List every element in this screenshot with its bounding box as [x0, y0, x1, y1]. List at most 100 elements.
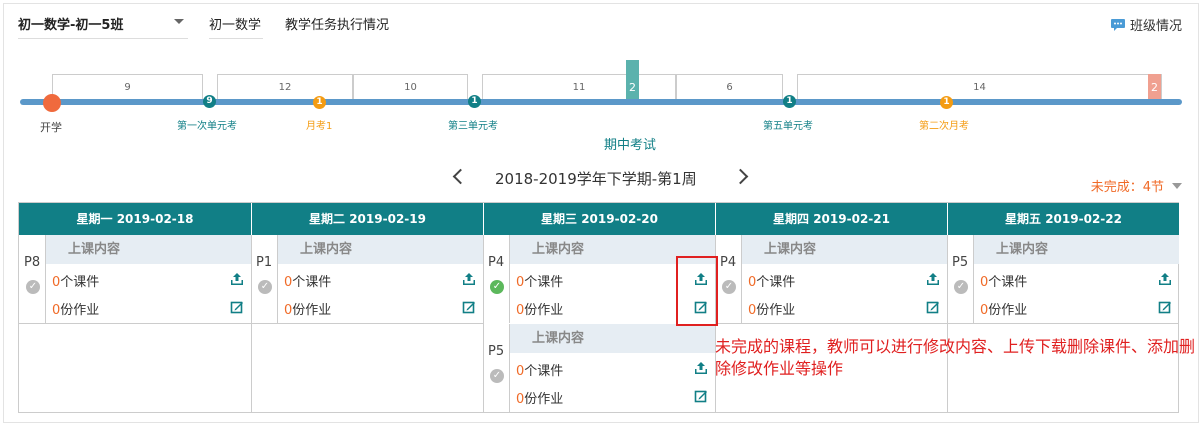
homework-row: 0份作业 [516, 388, 711, 407]
lesson-card[interactable]: P5 ✓ 上课内容 0个课件 0份作业 [484, 324, 715, 412]
edit-icon[interactable] [230, 300, 244, 314]
period-label: P5 [952, 255, 969, 270]
homework-label: 份作业 [988, 303, 1028, 318]
courseware-label: 个课件 [524, 275, 564, 290]
courseware-label: 个课件 [60, 275, 100, 290]
week-navigator: 2018-2019学年下学期-第1周 [450, 168, 760, 192]
courseware-label: 个课件 [756, 275, 796, 290]
homework-label: 份作业 [60, 303, 100, 318]
semester-start-dot [43, 94, 61, 112]
upload-icon[interactable] [694, 361, 708, 375]
page-title: 教学任务执行情况 [285, 18, 390, 33]
day-header: 星期二 2019-02-19 [251, 203, 483, 235]
schedule-grid: 星期一 2019-02-18 星期二 2019-02-19 星期三 2019-0… [18, 202, 1179, 413]
edit-icon[interactable] [1158, 300, 1172, 314]
homework-label: 份作业 [524, 392, 564, 407]
row-divider [715, 323, 1179, 324]
courseware-row: 0个课件 [748, 271, 943, 290]
homework-row: 0份作业 [980, 299, 1175, 318]
homework-label: 份作业 [756, 303, 796, 318]
class-info-link[interactable]: 班级情况 [1110, 15, 1182, 34]
unfinished-filter[interactable]: 未完成：4节 [1091, 176, 1182, 195]
status-check-icon: ✓ [722, 280, 736, 294]
day-header: 星期五 2019-02-22 [947, 203, 1179, 235]
period-label: P8 [24, 255, 41, 270]
homework-row: 0份作业 [284, 299, 479, 318]
edit-icon[interactable] [694, 389, 708, 403]
exam-marker[interactable]: 1 [313, 96, 326, 109]
final-bar: 2 [1148, 74, 1161, 102]
exam-label: 月考1 [306, 121, 333, 132]
exam-label: 第二次月考 [919, 121, 969, 132]
exam-marker[interactable]: 1 [783, 95, 796, 108]
start-label: 开学 [40, 121, 62, 134]
courseware-row: 0个课件 [980, 271, 1175, 290]
homework-row: 0份作业 [748, 299, 943, 318]
prev-week-button[interactable] [452, 168, 469, 185]
day-header: 星期四 2019-02-21 [715, 203, 947, 235]
timeline-track [20, 99, 1182, 105]
homework-label: 份作业 [524, 303, 564, 318]
exam-marker[interactable]: 1 [468, 95, 481, 108]
highlight-box [676, 256, 718, 326]
courseware-row: 0个课件 [516, 360, 711, 379]
chat-icon [1110, 18, 1125, 31]
edit-icon[interactable] [926, 300, 940, 314]
lesson-content-header[interactable]: 上课内容 [742, 235, 947, 264]
annotation-text: 未完成的课程，教师可以进行修改内容、上传下载删除课件、添加删除修改作业等操作 [715, 337, 1196, 378]
homework-label: 份作业 [292, 303, 332, 318]
unfinished-count: 未完成：4节 [1090, 180, 1164, 195]
timeline-segment: 6 [676, 74, 783, 101]
upload-icon[interactable] [1158, 272, 1172, 286]
chevron-down-icon [1172, 182, 1182, 189]
exam-label: 第五单元考 [763, 121, 813, 132]
homework-row: 0份作业 [52, 299, 247, 318]
courseware-label: 个课件 [524, 364, 564, 379]
status-check-icon: ✓ [26, 280, 40, 294]
midterm-label: 期中考试 [604, 138, 657, 153]
lesson-card[interactable]: P5 ✓ 上课内容 0个课件 0份作业 [948, 235, 1179, 323]
upload-icon[interactable] [230, 272, 244, 286]
lesson-card[interactable]: P4 ✓ 上课内容 0个课件 0份作业 [716, 235, 947, 323]
exam-label: 第一次单元考 [177, 121, 237, 132]
class-select-value: 初一数学-初一5班 [18, 18, 124, 33]
lesson-content-header[interactable]: 上课内容 [46, 235, 251, 264]
timeline-segment-label: 11 [572, 82, 586, 93]
lesson-content-header[interactable]: 上课内容 [974, 235, 1179, 264]
lesson-card[interactable]: P1 ✓ 上课内容 0个课件 0份作业 [252, 235, 483, 323]
subject-tab[interactable]: 初一数学 [209, 14, 264, 39]
upload-icon[interactable] [926, 272, 940, 286]
exam-label: 第三单元考 [448, 121, 498, 132]
timeline-segment: 12 [217, 74, 353, 101]
period-label: P4 [720, 255, 737, 270]
status-check-icon: ✓ [954, 280, 968, 294]
next-week-button[interactable] [732, 168, 749, 185]
courseware-label: 个课件 [292, 275, 332, 290]
class-info-label: 班级情况 [1129, 19, 1182, 34]
status-check-icon: ✓ [490, 369, 504, 383]
period-label: P4 [488, 255, 505, 270]
lesson-content-header[interactable]: 上课内容 [278, 235, 483, 264]
status-check-icon: ✓ [258, 280, 272, 294]
upload-icon[interactable] [462, 272, 476, 286]
lesson-card[interactable]: P8 ✓ 上课内容 0个课件 0份作业 [20, 235, 251, 323]
edit-icon[interactable] [462, 300, 476, 314]
timeline-segment: 11 [482, 74, 676, 101]
row-divider [19, 323, 483, 324]
timeline-segment: 10 [353, 74, 468, 101]
class-select[interactable]: 初一数学-初一5班 [18, 14, 188, 39]
exam-marker[interactable]: 9 [203, 95, 216, 108]
day-header: 星期一 2019-02-18 [19, 203, 251, 235]
status-check-icon: ✓ [490, 280, 504, 294]
exam-marker[interactable]: 1 [940, 96, 953, 109]
midterm-bar: 2 [626, 60, 639, 102]
courseware-row: 0个课件 [52, 271, 247, 290]
courseware-row: 0个课件 [284, 271, 479, 290]
day-header: 星期三 2019-02-20 [483, 203, 715, 235]
courseware-label: 个课件 [988, 275, 1028, 290]
timeline-segment: 9 [52, 74, 203, 101]
chevron-down-icon [174, 19, 184, 24]
week-label: 2018-2019学年下学期-第1周 [495, 170, 697, 188]
period-label: P5 [488, 344, 505, 359]
lesson-content-header[interactable]: 上课内容 [510, 324, 715, 353]
